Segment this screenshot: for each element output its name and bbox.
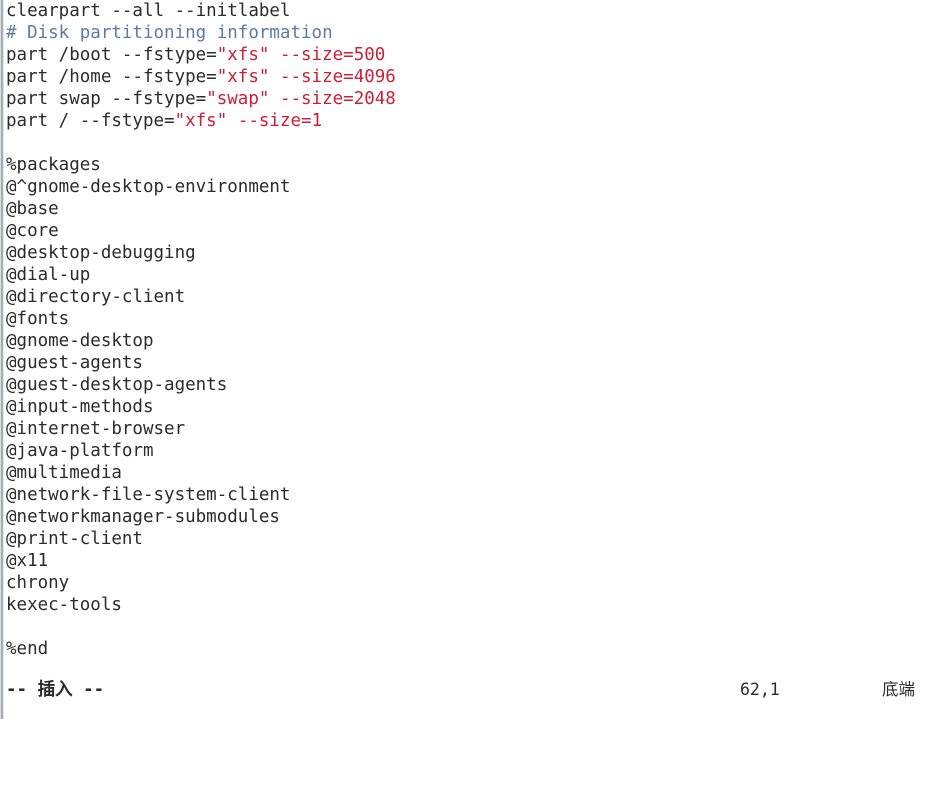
code-line[interactable]: @multimedia [6,462,930,484]
code-line[interactable]: clearpart --all --initlabel [6,0,930,22]
code-token-plain: @network-file-system-client [6,485,291,505]
code-token-plain: %packages [6,155,101,175]
code-token-plain: part / --fstype= [6,111,175,131]
status-mode-indicator: -- 插入 -- [6,680,105,700]
code-line[interactable]: @dial-up [6,264,930,286]
code-token-plain: @dial-up [6,265,91,285]
code-line[interactable]: @desktop-debugging [6,242,930,264]
code-line[interactable]: part swap --fstype="swap" --size=2048 [6,88,930,110]
code-token-plain: %end [6,639,49,659]
status-scroll-position: 底端 [882,680,915,699]
code-token-plain: @core [6,221,59,241]
code-line[interactable]: @network-file-system-client [6,484,930,506]
code-line[interactable]: part /home --fstype="xfs" --size=4096 [6,66,930,88]
code-token-comment: # Disk partitioning information [6,23,333,43]
code-token-plain: @gnome-desktop [6,331,154,351]
status-cursor-position: 62,1 [740,680,780,699]
code-token-plain: @desktop-debugging [6,243,196,263]
code-token-plain: part swap --fstype= [6,89,207,109]
code-token-number: --size=1 [237,111,323,131]
code-token-plain: @print-client [6,529,143,549]
code-token-plain: @networkmanager-submodules [6,507,280,527]
code-line[interactable]: @gnome-desktop [6,330,930,352]
code-token-plain: clearpart --all --initlabel [6,1,291,21]
code-token-plain: @guest-agents [6,353,143,373]
code-token-number: --size=2048 [279,89,396,109]
code-line[interactable] [6,132,930,154]
code-line[interactable]: @guest-desktop-agents [6,374,930,396]
code-line[interactable]: @networkmanager-submodules [6,506,930,528]
code-token-plain: @multimedia [6,463,122,483]
code-token-plain: @x11 [6,551,49,571]
code-token-plain: @java-platform [6,441,154,461]
code-line[interactable]: @guest-agents [6,352,930,374]
code-token-plain: @internet-browser [6,419,186,439]
code-token-plain: @base [6,199,59,219]
code-line[interactable]: @input-methods [6,396,930,418]
code-line[interactable]: @^gnome-desktop-environment [6,176,930,198]
code-line[interactable]: @print-client [6,528,930,550]
code-line[interactable]: %end [6,638,930,660]
code-token-plain: part /home --fstype= [6,67,217,87]
text-buffer[interactable]: clearpart --all --initlabel # Disk partit… [6,0,930,670]
vertical-scrollbar[interactable] [0,0,4,719]
code-line[interactable]: @java-platform [6,440,930,462]
vim-editor-window: clearpart --all --initlabel # Disk partit… [0,0,936,719]
code-line[interactable]: @internet-browser [6,418,930,440]
code-token-plain: @^gnome-desktop-environment [6,177,291,197]
code-line[interactable]: @core [6,220,930,242]
code-line[interactable]: @directory-client [6,286,930,308]
code-line[interactable]: %packages [6,154,930,176]
code-line[interactable]: part /boot --fstype="xfs" --size=500 [6,44,930,66]
code-line[interactable]: part / --fstype="xfs" --size=1 [6,110,930,132]
code-token-plain: part /boot --fstype= [6,45,217,65]
code-token-string: "xfs" [174,111,228,131]
code-token-number: --size=500 [279,45,386,65]
code-line[interactable]: @base [6,198,930,220]
code-token-plain: @fonts [6,309,70,329]
code-line[interactable]: chrony [6,572,930,594]
status-line: -- 插入 -- 62,1 底端 [6,679,930,701]
code-line[interactable]: kexec-tools [6,594,930,616]
code-line[interactable]: @x11 [6,550,930,572]
code-token-string: "xfs" [216,45,270,65]
code-line[interactable] [6,616,930,638]
code-token-number: --size=4096 [279,67,396,87]
code-token-plain: @input-methods [6,397,154,417]
code-token-plain: kexec-tools [6,595,122,615]
code-token-string: "swap" [206,89,270,109]
code-token-plain: chrony [6,573,70,593]
code-token-plain: @directory-client [6,287,186,307]
code-line[interactable]: @fonts [6,308,930,330]
code-line[interactable]: # Disk partitioning information [6,22,930,44]
code-token-string: "xfs" [216,67,270,87]
code-token-plain: @guest-desktop-agents [6,375,228,395]
